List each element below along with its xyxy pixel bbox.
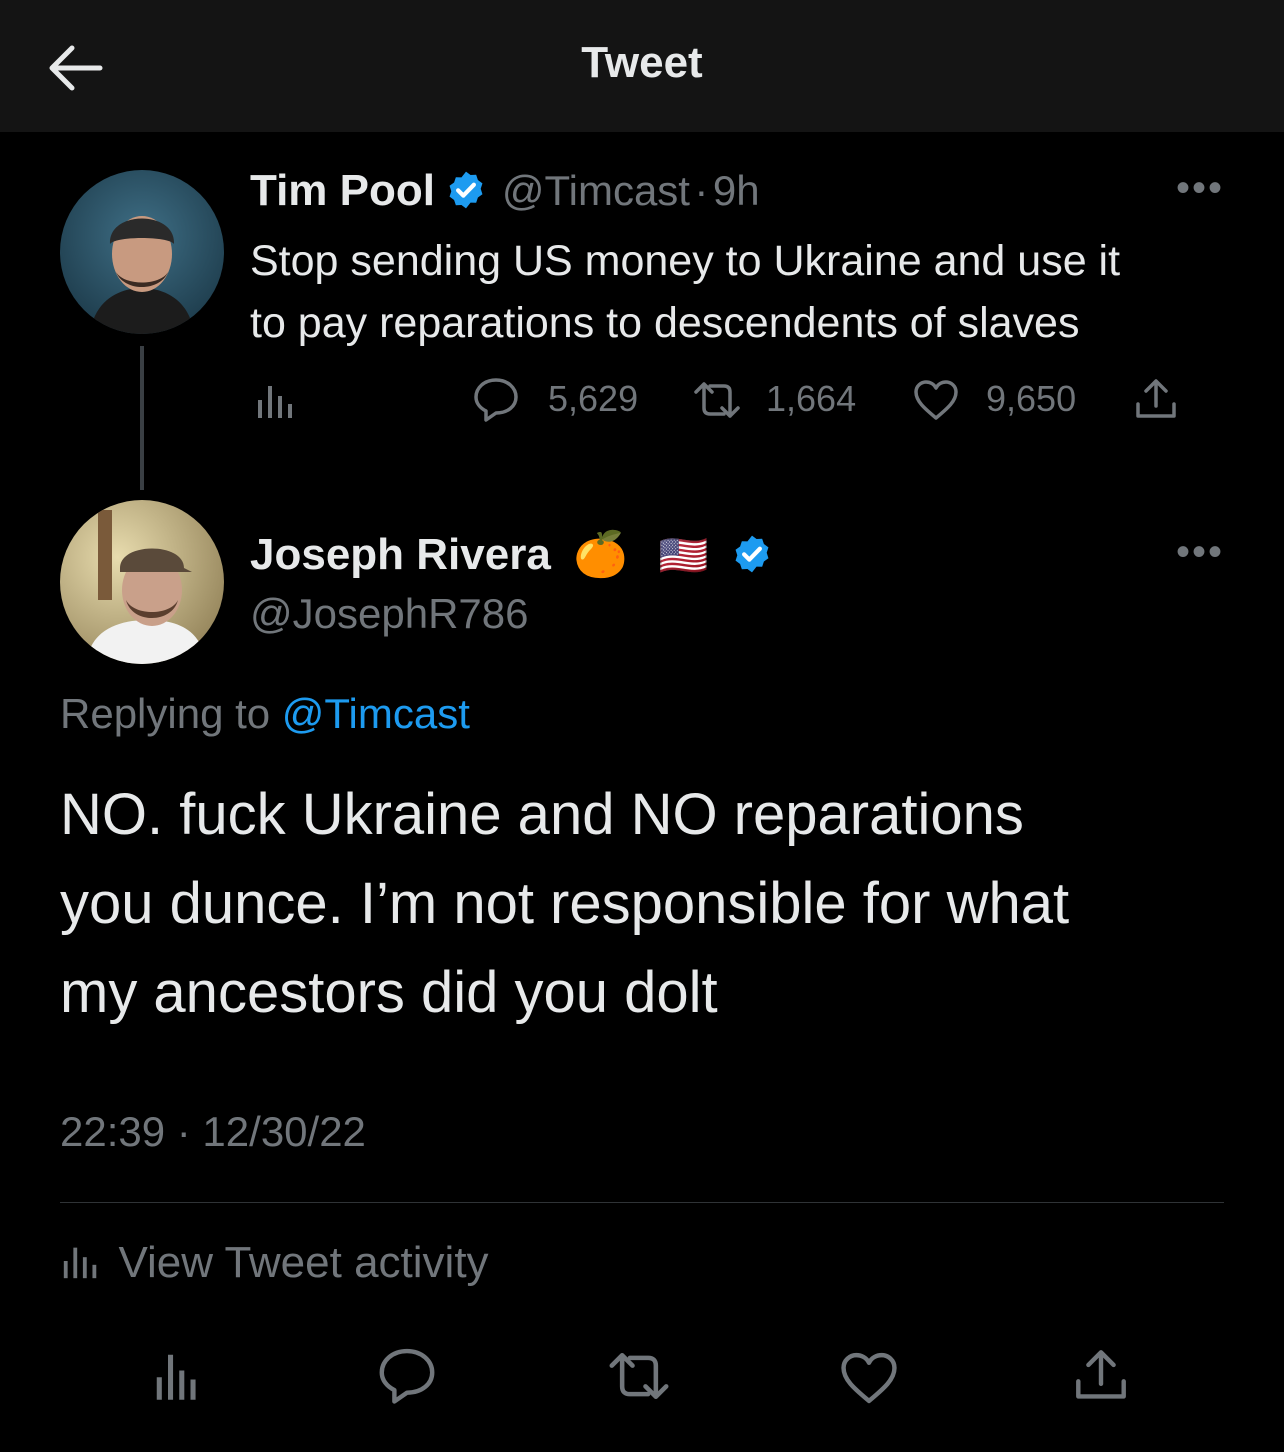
divider xyxy=(60,1202,1224,1203)
retweet-count: 1,664 xyxy=(766,378,857,419)
more-options-icon[interactable]: ••• xyxy=(1176,530,1224,575)
parent-tweet-text: Stop sending US money to Ukraine and use… xyxy=(250,230,1120,354)
view-tweet-activity[interactable]: View Tweet activity xyxy=(60,1238,489,1294)
share-icon[interactable] xyxy=(1134,376,1178,422)
author-name[interactable]: Tim Pool xyxy=(250,166,435,215)
analytics-icon[interactable] xyxy=(152,1348,202,1402)
tweet-timestamp: 22:39 · 12/30/22 xyxy=(60,1108,366,1155)
author-handle[interactable]: @Timcast xyxy=(502,167,690,214)
orange-emoji: 🍊 xyxy=(573,530,629,579)
reply-count: 5,629 xyxy=(548,378,639,419)
reply-tweet-header: Joseph Rivera 🍊 🇺🇸 xyxy=(250,528,773,582)
top-bar: Tweet xyxy=(0,0,1284,132)
tweet-text-line: NO. fuck Ukraine and NO reparations xyxy=(60,782,1024,847)
like-icon[interactable] xyxy=(912,378,960,422)
analytics-icon xyxy=(63,1247,97,1279)
reply-tweet-text: NO. fuck Ukraine and NO reparations you … xyxy=(60,770,1069,1037)
author-handle[interactable]: @JosephR786 xyxy=(250,590,528,638)
more-options-icon[interactable]: ••• xyxy=(1176,166,1224,211)
separator-dot: · xyxy=(694,167,709,214)
analytics-icon[interactable] xyxy=(254,380,298,420)
tweet-age: 9h xyxy=(712,167,760,214)
avatar-image xyxy=(60,500,224,664)
page-title: Tweet xyxy=(581,38,703,87)
avatar-joseph-rivera[interactable] xyxy=(60,500,224,664)
retweet-icon[interactable] xyxy=(604,1350,674,1402)
verified-badge-icon xyxy=(449,171,483,209)
retweet-icon[interactable] xyxy=(690,380,744,420)
reply-icon[interactable] xyxy=(376,1346,438,1404)
view-tweet-activity-label: View Tweet activity xyxy=(118,1238,489,1287)
us-flag-emoji: 🇺🇸 xyxy=(658,534,709,578)
author-name[interactable]: Joseph Rivera xyxy=(250,530,551,579)
tweet-text-line: you dunce. I’m not responsible for what xyxy=(60,871,1070,936)
tweet-text-line: to pay reparations to descendents of sla… xyxy=(250,299,1080,347)
avatar-tim-pool[interactable] xyxy=(60,170,224,334)
thread-connector xyxy=(140,346,144,490)
tweet-text-line: my ancestors did you dolt xyxy=(60,960,718,1025)
replying-to-label: Replying to xyxy=(60,690,271,737)
like-count: 9,650 xyxy=(986,378,1077,419)
reply-icon[interactable] xyxy=(472,376,520,422)
replying-to: Replying to @Timcast xyxy=(60,690,470,738)
verified-badge-icon xyxy=(735,535,769,573)
avatar-image xyxy=(60,170,224,334)
tweet-text-line: Stop sending US money to Ukraine and use… xyxy=(250,237,1121,285)
parent-tweet-header: Tim Pool @Timcast · 9h xyxy=(250,166,760,218)
like-icon[interactable] xyxy=(838,1350,900,1406)
share-icon[interactable] xyxy=(1072,1346,1130,1404)
replying-to-handle[interactable]: @Timcast xyxy=(282,690,470,737)
